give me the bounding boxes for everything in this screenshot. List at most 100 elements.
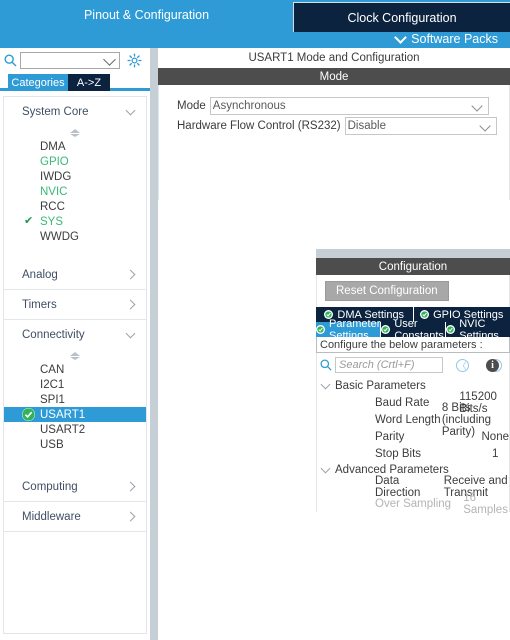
info-icon[interactable]: i <box>486 358 499 372</box>
tab-parameter-settings[interactable]: Parameter Settings <box>316 318 382 342</box>
param-name: Word Length <box>375 413 441 426</box>
sidebar-item-usart2[interactable]: USART2 <box>4 422 146 437</box>
chevron-down-icon <box>394 30 408 44</box>
search-icon <box>0 54 20 67</box>
sidebar-item-usart1[interactable]: USART1 <box>4 407 146 422</box>
mode-section-header: Mode <box>158 68 510 85</box>
param-row-stop-bits[interactable]: Stop Bits 1 <box>317 445 509 462</box>
sidebar-item-label: WWDG <box>40 230 79 243</box>
sidebar-group-computing[interactable]: Computing <box>4 472 146 502</box>
chevron-down-icon <box>320 379 331 389</box>
settings-tabs-row-2: Parameter Settings User Constants NVIC S… <box>316 318 510 342</box>
sidebar-items-connectivity: CAN I2C1 SPI1 USART1 USART2 USB <box>4 362 146 456</box>
chevron-down-icon <box>478 120 491 132</box>
top-tab-bar: Pinout & Configuration Clock Configurati… <box>0 0 510 48</box>
sidebar-view-tabs: Categories A->Z <box>0 74 150 91</box>
check-circle-icon <box>316 325 325 334</box>
mode-section-body: Mode Asynchronous Hardware Flow Control … <box>158 85 510 200</box>
tab-nvic-settings[interactable]: NVIC Settings <box>446 318 510 342</box>
chevron-right-icon <box>125 511 136 522</box>
main-panel: USART1 Mode and Configuration Mode Mode … <box>158 48 510 640</box>
sidebar-tree: System Core DMA GPIO IWDG NVIC RCC ✔ SYS… <box>3 96 147 634</box>
tab-pinout-configuration[interactable]: Pinout & Configuration <box>0 0 293 30</box>
mode-select-value: Asynchronous <box>212 100 286 112</box>
sidebar-group-label: Computing <box>22 480 78 493</box>
configuration-section-header: Configuration <box>316 258 510 275</box>
sidebar: Categories A->Z System Core DMA GPIO IWD… <box>0 48 150 640</box>
tab-clock-configuration[interactable]: Clock Configuration <box>293 2 510 32</box>
chevron-down-icon <box>471 100 483 112</box>
configure-hint: Configure the below parameters : <box>316 337 510 353</box>
parameter-list: Basic Parameters Baud Rate 115200 Bits/s… <box>316 377 510 516</box>
sidebar-group-label: System Core <box>22 106 89 118</box>
chevron-left-circle-icon: 〈 <box>455 358 469 372</box>
tab-user-constants[interactable]: User Constants <box>381 318 447 342</box>
sidebar-item-i2c1[interactable]: I2C1 <box>4 377 146 392</box>
software-packs-menu[interactable]: Software Packs <box>394 30 498 48</box>
sidebar-item-label: SYS <box>40 215 64 228</box>
sidebar-item-label: USB <box>40 438 64 451</box>
search-input[interactable] <box>20 52 120 69</box>
sidebar-item-wwdg[interactable]: WWDG <box>4 229 146 244</box>
chevron-down-icon <box>125 328 136 338</box>
tab-categories-label: Categories <box>11 76 65 89</box>
sidebar-item-label: I2C1 <box>40 378 65 391</box>
parameter-search-input[interactable]: Search (Crtl+F) <box>335 357 443 373</box>
scroll-up-nub-2[interactable] <box>4 350 146 362</box>
sidebar-group-analog[interactable]: Analog <box>4 260 146 290</box>
sidebar-group-connectivity[interactable]: Connectivity <box>4 320 146 350</box>
sidebar-item-sys[interactable]: ✔ SYS <box>4 214 146 229</box>
sidebar-item-dma[interactable]: DMA <box>4 139 146 154</box>
parameter-search-row: Search (Crtl+F) 〈 〉 i <box>316 353 510 377</box>
tab-categories[interactable]: Categories <box>8 74 68 91</box>
hfc-select-value: Disable <box>347 120 386 132</box>
sidebar-item-spi1[interactable]: SPI1 <box>4 392 146 407</box>
sidebar-item-gpio[interactable]: GPIO <box>4 154 146 169</box>
chevron-right-icon <box>125 269 136 280</box>
param-row-parity[interactable]: Parity None <box>317 428 509 445</box>
sidebar-item-can[interactable]: CAN <box>4 362 146 377</box>
param-name: Data Direction <box>375 474 421 499</box>
vertical-splitter[interactable] <box>150 48 158 640</box>
chevron-down-icon <box>103 53 116 66</box>
field-hardware-flow-control: Hardware Flow Control (RS232) Disable <box>177 117 497 135</box>
sidebar-group-label: Timers <box>22 298 57 311</box>
reset-configuration-label: Reset Configuration <box>336 285 438 297</box>
sidebar-item-label: IWDG <box>40 170 72 183</box>
tab-a-to-z[interactable]: A->Z <box>68 74 110 91</box>
tab-a-to-z-label: A->Z <box>76 76 102 89</box>
param-name: Baud Rate <box>375 396 430 409</box>
param-group-basic-label: Basic Parameters <box>335 380 426 392</box>
sidebar-group-timers[interactable]: Timers <box>4 290 146 320</box>
hardware-flow-control-select[interactable]: Disable <box>344 117 497 135</box>
software-packs-label: Software Packs <box>411 32 498 46</box>
sidebar-item-usb[interactable]: USB <box>4 437 146 452</box>
cubemx-window: Pinout & Configuration Clock Configurati… <box>0 0 510 640</box>
sidebar-group-label: Analog <box>22 268 58 281</box>
search-prev-button[interactable]: 〈 <box>443 358 481 372</box>
field-hfc-label: Hardware Flow Control (RS232) <box>177 120 341 132</box>
parameter-search-placeholder: Search (Crtl+F) <box>339 359 415 371</box>
sidebar-item-nvic[interactable]: NVIC <box>4 184 146 199</box>
tab-pinout-label: Pinout & Configuration <box>83 8 210 22</box>
check-circle-icon <box>381 325 391 334</box>
sidebar-item-iwdg[interactable]: IWDG <box>4 169 146 184</box>
reset-configuration-button[interactable]: Reset Configuration <box>325 281 449 301</box>
sidebar-item-rcc[interactable]: RCC <box>4 199 146 214</box>
param-row-over-sampling: Over Sampling 16 Samples <box>317 492 509 516</box>
gear-icon[interactable] <box>120 53 148 68</box>
field-mode: Mode Asynchronous <box>177 97 489 115</box>
sidebar-group-middleware[interactable]: Middleware <box>4 502 146 532</box>
search-icon <box>317 359 335 371</box>
chevron-down-icon <box>125 105 136 115</box>
horizontal-splitter[interactable] <box>316 249 510 258</box>
sidebar-item-label: RCC <box>40 200 65 213</box>
sidebar-search-row <box>0 48 150 73</box>
sidebar-group-system-core[interactable]: System Core <box>4 97 146 127</box>
mode-select[interactable]: Asynchronous <box>209 97 489 115</box>
sidebar-item-label: USART1 <box>40 408 86 421</box>
param-value: 16 Samples <box>463 491 508 516</box>
param-row-word-length[interactable]: Word Length 8 Bits (including Parity) <box>317 402 509 438</box>
param-value: None <box>481 430 510 443</box>
scroll-up-nub[interactable] <box>4 127 146 139</box>
